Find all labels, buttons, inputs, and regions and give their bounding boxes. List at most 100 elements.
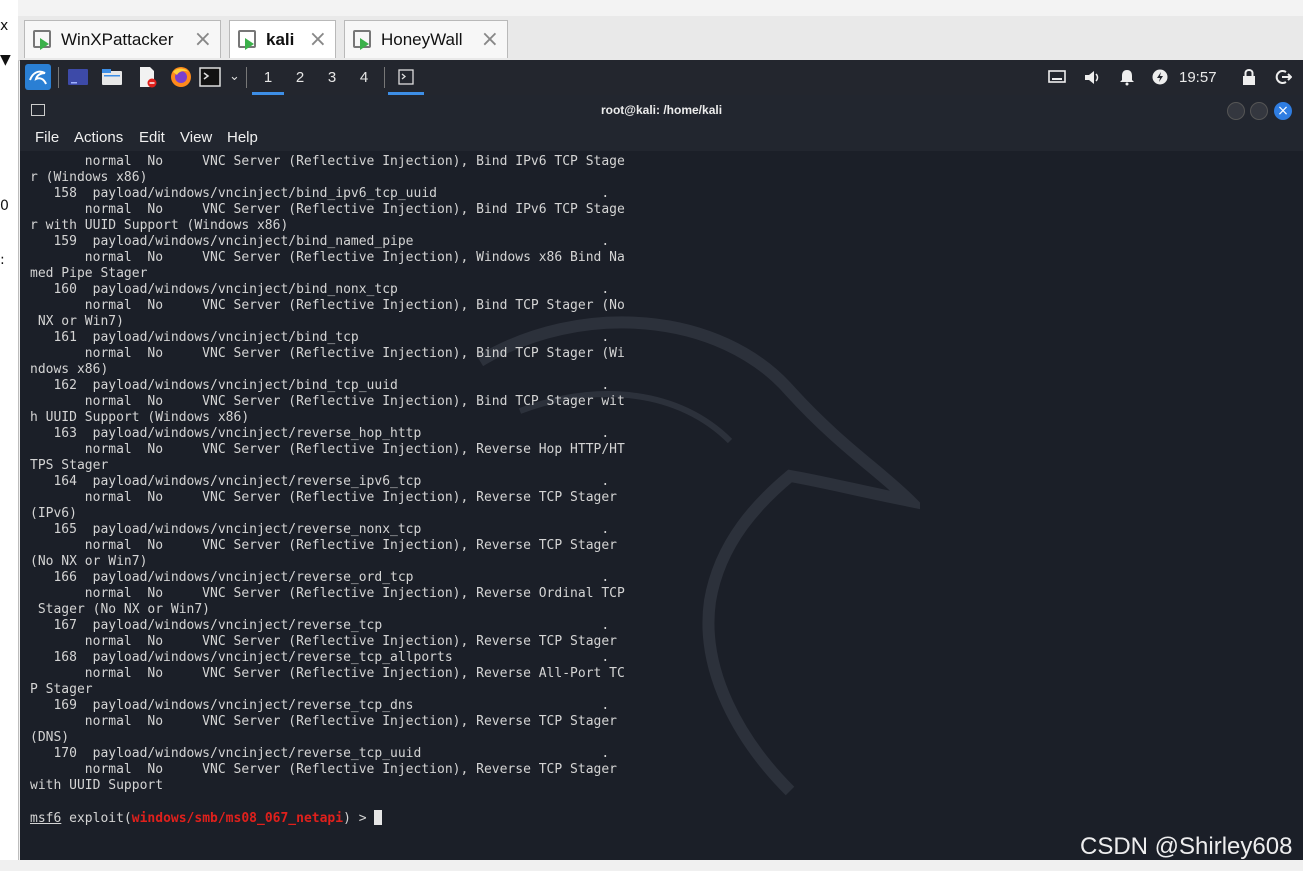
vm-icon xyxy=(353,29,373,50)
terminal-line: normal No VNC Server (Reflective Injecti… xyxy=(84,298,625,313)
prompt-end: ) > xyxy=(343,811,375,826)
terminal-line: normal No VNC Server (Reflective Injecti… xyxy=(84,538,617,553)
terminal-line: normal No VNC Server (Reflective Injecti… xyxy=(84,202,625,217)
terminal-line: Stager (No NX or Win7) xyxy=(37,602,211,617)
terminal-menubar: File Actions Edit View Help xyxy=(20,125,1303,151)
terminal-icon xyxy=(398,69,414,85)
vm-tab-winxpattacker[interactable]: WinXPattacker × xyxy=(24,20,221,58)
terminal-line: ndows x86) xyxy=(30,362,109,377)
desktop-icon[interactable] xyxy=(67,66,89,88)
lock-icon[interactable] xyxy=(1241,68,1257,86)
workspace-1[interactable]: 1 xyxy=(252,60,284,95)
maximize-button[interactable] xyxy=(1250,102,1268,120)
host-glyph-t: : xyxy=(0,252,5,268)
vm-icon xyxy=(33,29,53,50)
terminal-line: 163 payload/windows/vncinject/reverse_ho… xyxy=(53,426,610,441)
terminal-line: normal No VNC Server (Reflective Injecti… xyxy=(84,714,617,729)
terminal-line: normal No VNC Server (Reflective Injecti… xyxy=(84,346,625,361)
host-bottom-strip xyxy=(0,860,1303,871)
terminal-icon[interactable] xyxy=(199,66,221,88)
terminal-line: normal No VNC Server (Reflective Injecti… xyxy=(84,762,617,777)
vm-tab-bar: WinXPattacker × kali × HoneyWall × xyxy=(18,16,1303,61)
file-manager-icon[interactable] xyxy=(101,66,123,88)
chevron-down-icon[interactable]: ⌄ xyxy=(229,68,240,84)
text-editor-icon[interactable] xyxy=(136,66,158,88)
menu-view[interactable]: View xyxy=(180,129,212,146)
terminal-line: (IPv6) xyxy=(30,506,77,521)
terminal-line: 162 payload/windows/vncinject/bind_tcp_u… xyxy=(53,378,610,393)
host-left-strip: x ▼ 0 : xyxy=(0,0,19,871)
volume-icon[interactable] xyxy=(1083,68,1102,87)
network-icon[interactable] xyxy=(1048,68,1066,86)
vm-tab-honeywall[interactable]: HoneyWall × xyxy=(344,20,508,58)
terminal-line: r (Windows x86) xyxy=(30,170,148,185)
terminal-line: h UUID Support (Windows x86) xyxy=(30,410,250,425)
host-glyph-0: 0 xyxy=(0,198,9,214)
terminal-prompt[interactable]: msf6 exploit(windows/smb/ms08_067_netapi… xyxy=(30,810,383,827)
terminal-line: normal No VNC Server (Reflective Injecti… xyxy=(84,634,617,649)
close-button[interactable]: × xyxy=(1274,102,1292,120)
terminal-line: with UUID Support xyxy=(30,778,164,793)
menu-edit[interactable]: Edit xyxy=(139,129,165,146)
firefox-icon[interactable] xyxy=(170,66,192,88)
close-icon[interactable]: × xyxy=(481,27,499,52)
prompt-module: windows/smb/ms08_067_netapi xyxy=(131,811,344,826)
terminal-line: 160 payload/windows/vncinject/bind_nonx_… xyxy=(53,282,610,297)
terminal-line: 161 payload/windows/vncinject/bind_tcp . xyxy=(53,330,610,345)
menu-file[interactable]: File xyxy=(35,129,59,146)
close-icon[interactable]: × xyxy=(309,27,327,52)
power-icon[interactable] xyxy=(1152,69,1168,85)
panel-separator xyxy=(246,67,247,88)
vm-tab-label: WinXPattacker xyxy=(61,29,174,49)
terminal-line: 166 payload/windows/vncinject/reverse_or… xyxy=(53,570,610,585)
terminal-line: (DNS) xyxy=(30,730,70,745)
vm-icon xyxy=(238,29,258,50)
host-dropdown-arrow-icon[interactable]: ▼ xyxy=(0,52,11,68)
window-title: root@kali: /home/kali xyxy=(600,103,723,117)
close-icon[interactable]: × xyxy=(194,27,212,52)
minimize-button[interactable] xyxy=(1227,102,1245,120)
workspace-3[interactable]: 3 xyxy=(316,60,348,95)
terminal-line: 165 payload/windows/vncinject/reverse_no… xyxy=(53,522,610,537)
terminal-line: med Pipe Stager xyxy=(30,266,148,281)
workspace-4[interactable]: 4 xyxy=(348,60,380,95)
terminal-lines: normal No VNC Server (Reflective Injecti… xyxy=(30,154,625,794)
terminal-line: normal No VNC Server (Reflective Injecti… xyxy=(84,250,625,265)
kali-menu-icon[interactable] xyxy=(25,64,51,90)
logout-icon[interactable] xyxy=(1274,68,1292,86)
terminal-window: root@kali: /home/kali × File Actions Edi… xyxy=(20,95,1303,860)
vm-tab-kali[interactable]: kali × xyxy=(229,20,336,58)
terminal-line: 164 payload/windows/vncinject/reverse_ip… xyxy=(53,474,610,489)
terminal-line: 168 payload/windows/vncinject/reverse_tc… xyxy=(53,650,610,665)
panel-separator xyxy=(384,67,385,88)
menu-help[interactable]: Help xyxy=(227,129,258,146)
terminal-titlebar[interactable]: root@kali: /home/kali × xyxy=(20,95,1303,125)
terminal-line: r with UUID Support (Windows x86) xyxy=(30,218,289,233)
terminal-line: normal No VNC Server (Reflective Injecti… xyxy=(84,490,617,505)
taskbar-terminal-button[interactable] xyxy=(388,60,424,95)
terminal-line: 170 payload/windows/vncinject/reverse_tc… xyxy=(53,746,610,761)
text-cursor xyxy=(374,810,383,825)
terminal-line: 158 payload/windows/vncinject/bind_ipv6_… xyxy=(53,186,610,201)
prompt-exploit: exploit( xyxy=(61,811,132,826)
vm-tab-label: HoneyWall xyxy=(381,29,463,49)
terminal-line: normal No VNC Server (Reflective Injecti… xyxy=(84,442,625,457)
terminal-line: normal No VNC Server (Reflective Injecti… xyxy=(84,394,625,409)
terminal-line: 169 payload/windows/vncinject/reverse_tc… xyxy=(53,698,610,713)
clock[interactable]: 19:57 xyxy=(1179,60,1217,95)
terminal-line: (No NX or Win7) xyxy=(30,554,148,569)
vm-tab-label: kali xyxy=(266,29,295,49)
workspace-2[interactable]: 2 xyxy=(284,60,316,95)
prompt-msf: msf6 xyxy=(30,811,62,826)
terminal-line: normal No VNC Server (Reflective Injecti… xyxy=(84,154,625,169)
panel-separator xyxy=(58,67,59,88)
terminal-line: P Stager xyxy=(30,682,93,697)
bell-icon[interactable] xyxy=(1118,68,1136,86)
terminal-output[interactable]: normal No VNC Server (Reflective Injecti… xyxy=(20,151,1296,860)
watermark: CSDN @Shirley608 xyxy=(1080,833,1293,860)
menu-actions[interactable]: Actions xyxy=(74,129,123,146)
terminal-line: TPS Stager xyxy=(30,458,109,473)
terminal-line: NX or Win7) xyxy=(37,314,124,329)
terminal-line: normal No VNC Server (Reflective Injecti… xyxy=(84,586,625,601)
kali-panel: ⌄ 1 2 3 4 19:57 xyxy=(20,60,1303,95)
